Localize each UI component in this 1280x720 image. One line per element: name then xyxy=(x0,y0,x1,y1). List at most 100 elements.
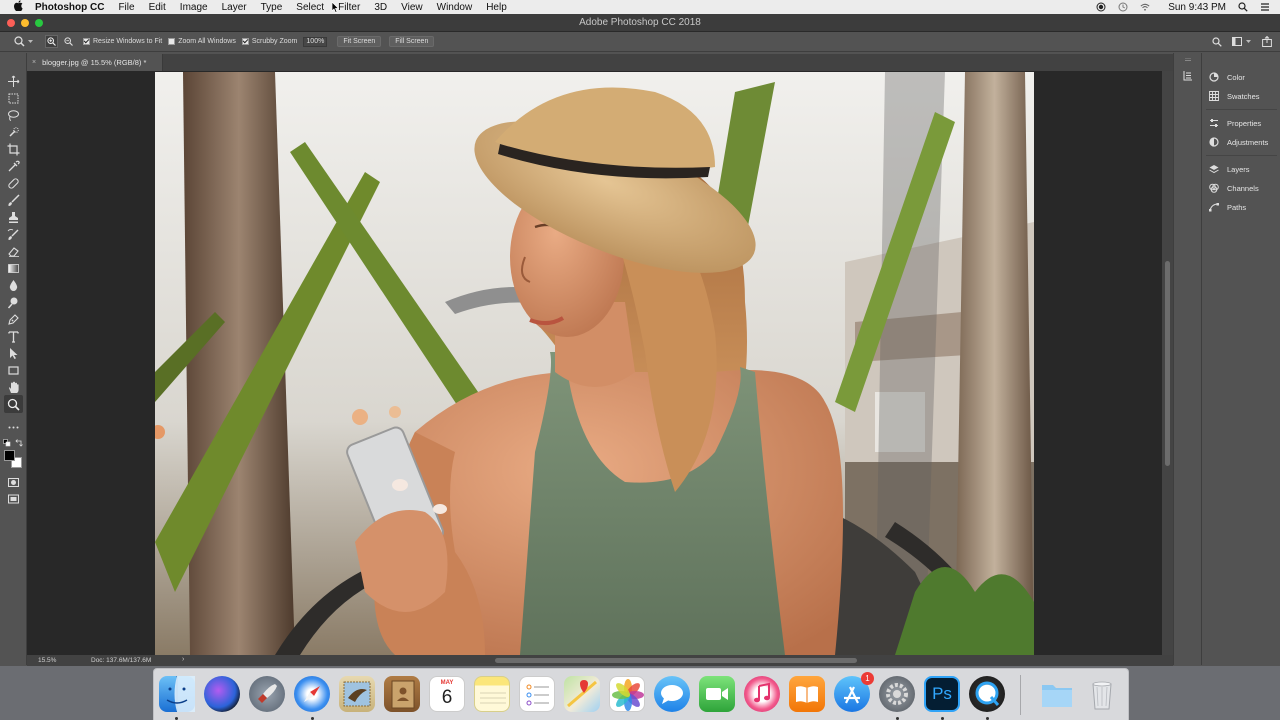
properties-panel-button[interactable]: Properties xyxy=(1209,116,1261,130)
fill-screen-button[interactable]: Fill Screen xyxy=(389,36,435,47)
facetime-dock-icon[interactable] xyxy=(699,676,735,712)
apple-menu-icon[interactable] xyxy=(13,0,25,14)
status-zoom[interactable]: 15.5% xyxy=(38,657,56,664)
itunes-dock-icon[interactable] xyxy=(744,676,780,712)
clone-stamp-tool-icon[interactable] xyxy=(7,211,20,224)
paths-panel-button[interactable]: Paths xyxy=(1209,200,1246,214)
quick-selection-tool-icon[interactable] xyxy=(7,126,20,139)
pen-tool-icon[interactable] xyxy=(7,313,20,326)
time-machine-icon[interactable] xyxy=(1118,2,1128,12)
crop-tool-icon[interactable] xyxy=(7,143,20,156)
menubar-clock[interactable]: Sun 9:43 PM xyxy=(1168,2,1226,13)
quick-mask-icon[interactable] xyxy=(7,476,20,489)
horizontal-scrollbar-thumb[interactable] xyxy=(495,658,857,663)
scrubby-zoom-checkbox[interactable] xyxy=(241,38,249,45)
document-image[interactable] xyxy=(155,72,1034,655)
swatches-panel-button[interactable]: Swatches xyxy=(1209,89,1260,103)
brush-tool-icon[interactable] xyxy=(7,194,20,207)
blur-tool-icon[interactable] xyxy=(7,279,20,292)
default-colors-icon[interactable] xyxy=(3,439,11,447)
document-tab[interactable]: × blogger.jpg @ 15.5% (RGB/8) * xyxy=(27,54,163,71)
menu-edit[interactable]: Edit xyxy=(149,2,166,13)
hand-tool-icon[interactable] xyxy=(7,381,20,394)
app-store-dock-icon[interactable]: 1 xyxy=(834,672,874,712)
menu-select[interactable]: Select xyxy=(296,2,324,13)
marquee-tool-icon[interactable] xyxy=(7,92,20,105)
more-tools-icon[interactable] xyxy=(7,421,20,434)
swap-colors-icon[interactable] xyxy=(15,439,23,447)
notification-center-icon[interactable] xyxy=(1260,2,1270,12)
reminders-dock-icon[interactable] xyxy=(519,676,555,712)
path-selection-tool-icon[interactable] xyxy=(7,347,20,360)
zoom-tool-preset-icon[interactable] xyxy=(14,36,25,47)
menu-layer[interactable]: Layer xyxy=(222,2,247,13)
close-tab-icon[interactable]: × xyxy=(32,59,36,66)
messages-dock-icon[interactable] xyxy=(654,676,690,712)
menu-view[interactable]: View xyxy=(401,2,423,13)
zoom-in-mode-button[interactable] xyxy=(45,35,58,48)
system-preferences-dock-icon[interactable] xyxy=(879,676,915,712)
eraser-tool-icon[interactable] xyxy=(7,245,20,258)
calendar-dock-icon[interactable]: MAY 6 xyxy=(429,676,465,712)
wifi-icon[interactable] xyxy=(1140,2,1150,12)
layers-panel-button[interactable]: Layers xyxy=(1209,162,1250,176)
photos-dock-icon[interactable] xyxy=(609,676,645,712)
move-tool-icon[interactable] xyxy=(7,75,20,88)
menu-file[interactable]: File xyxy=(118,2,134,13)
vertical-scrollbar-thumb[interactable] xyxy=(1165,261,1170,466)
menu-help[interactable]: Help xyxy=(486,2,507,13)
photoshop-dock-icon[interactable]: Ps xyxy=(924,676,960,712)
dodge-tool-icon[interactable] xyxy=(7,296,20,309)
lasso-tool-icon[interactable] xyxy=(7,109,20,122)
zoom-value-field[interactable]: 100% xyxy=(303,36,328,47)
menu-window[interactable]: Window xyxy=(437,2,473,13)
resize-windows-checkbox[interactable] xyxy=(83,38,90,45)
rectangle-tool-icon[interactable] xyxy=(7,364,20,377)
finder-dock-icon[interactable] xyxy=(159,676,195,712)
menu-filter[interactable]: Filter xyxy=(338,2,360,13)
history-panel-icon[interactable] xyxy=(1183,70,1193,81)
chevron-down-icon[interactable] xyxy=(28,39,33,44)
search-icon[interactable] xyxy=(1212,37,1222,47)
menu-app-name[interactable]: Photoshop CC xyxy=(35,2,104,13)
safari-dock-icon[interactable] xyxy=(294,676,330,712)
menu-image[interactable]: Image xyxy=(180,2,208,13)
healing-brush-tool-icon[interactable] xyxy=(7,177,20,190)
chevron-down-icon[interactable] xyxy=(1246,40,1251,44)
zoom-tool-active[interactable] xyxy=(4,395,23,413)
channels-panel-button[interactable]: Channels xyxy=(1209,181,1259,195)
color-panel-button[interactable]: Color xyxy=(1209,70,1245,84)
maps-dock-icon[interactable] xyxy=(564,676,600,712)
collapse-panels-icon[interactable] xyxy=(1185,58,1191,63)
zoom-out-mode-button[interactable] xyxy=(62,35,75,48)
adjustments-panel-button[interactable]: Adjustments xyxy=(1209,135,1268,149)
contacts-dock-icon[interactable] xyxy=(384,676,420,712)
resize-windows-option[interactable]: Resize Windows to Fit xyxy=(83,38,162,45)
foreground-color-swatch[interactable] xyxy=(4,450,15,461)
screen-mode-icon[interactable] xyxy=(7,493,20,506)
spotlight-search-icon[interactable] xyxy=(1238,2,1248,12)
downloads-folder-dock-icon[interactable] xyxy=(1039,676,1075,712)
trash-dock-icon[interactable] xyxy=(1084,676,1120,712)
fit-screen-button[interactable]: Fit Screen xyxy=(337,36,382,47)
siri-dock-icon[interactable] xyxy=(204,676,240,712)
menu-type[interactable]: Type xyxy=(261,2,283,13)
menu-3d[interactable]: 3D xyxy=(374,2,387,13)
gradient-tool-icon[interactable] xyxy=(7,262,20,275)
workspace-icon[interactable] xyxy=(1232,37,1243,47)
notes-dock-icon[interactable] xyxy=(474,676,510,712)
zoom-all-windows-checkbox[interactable] xyxy=(168,38,176,45)
eyedropper-tool-icon[interactable] xyxy=(7,160,20,173)
quicktime-dock-icon[interactable] xyxy=(969,676,1005,712)
ibooks-dock-icon[interactable] xyxy=(789,676,825,712)
vertical-scrollbar[interactable] xyxy=(1162,71,1173,656)
type-tool-icon[interactable] xyxy=(7,330,20,343)
launchpad-dock-icon[interactable] xyxy=(249,676,285,712)
status-menu-arrow[interactable]: › xyxy=(182,656,184,663)
scrubby-zoom-option[interactable]: Scrubby Zoom xyxy=(241,38,297,45)
history-brush-tool-icon[interactable] xyxy=(7,228,20,241)
record-icon[interactable] xyxy=(1096,2,1106,12)
mail-stamp-dock-icon[interactable] xyxy=(339,676,375,712)
canvas-area[interactable] xyxy=(27,71,1162,656)
share-icon[interactable] xyxy=(1262,36,1272,47)
